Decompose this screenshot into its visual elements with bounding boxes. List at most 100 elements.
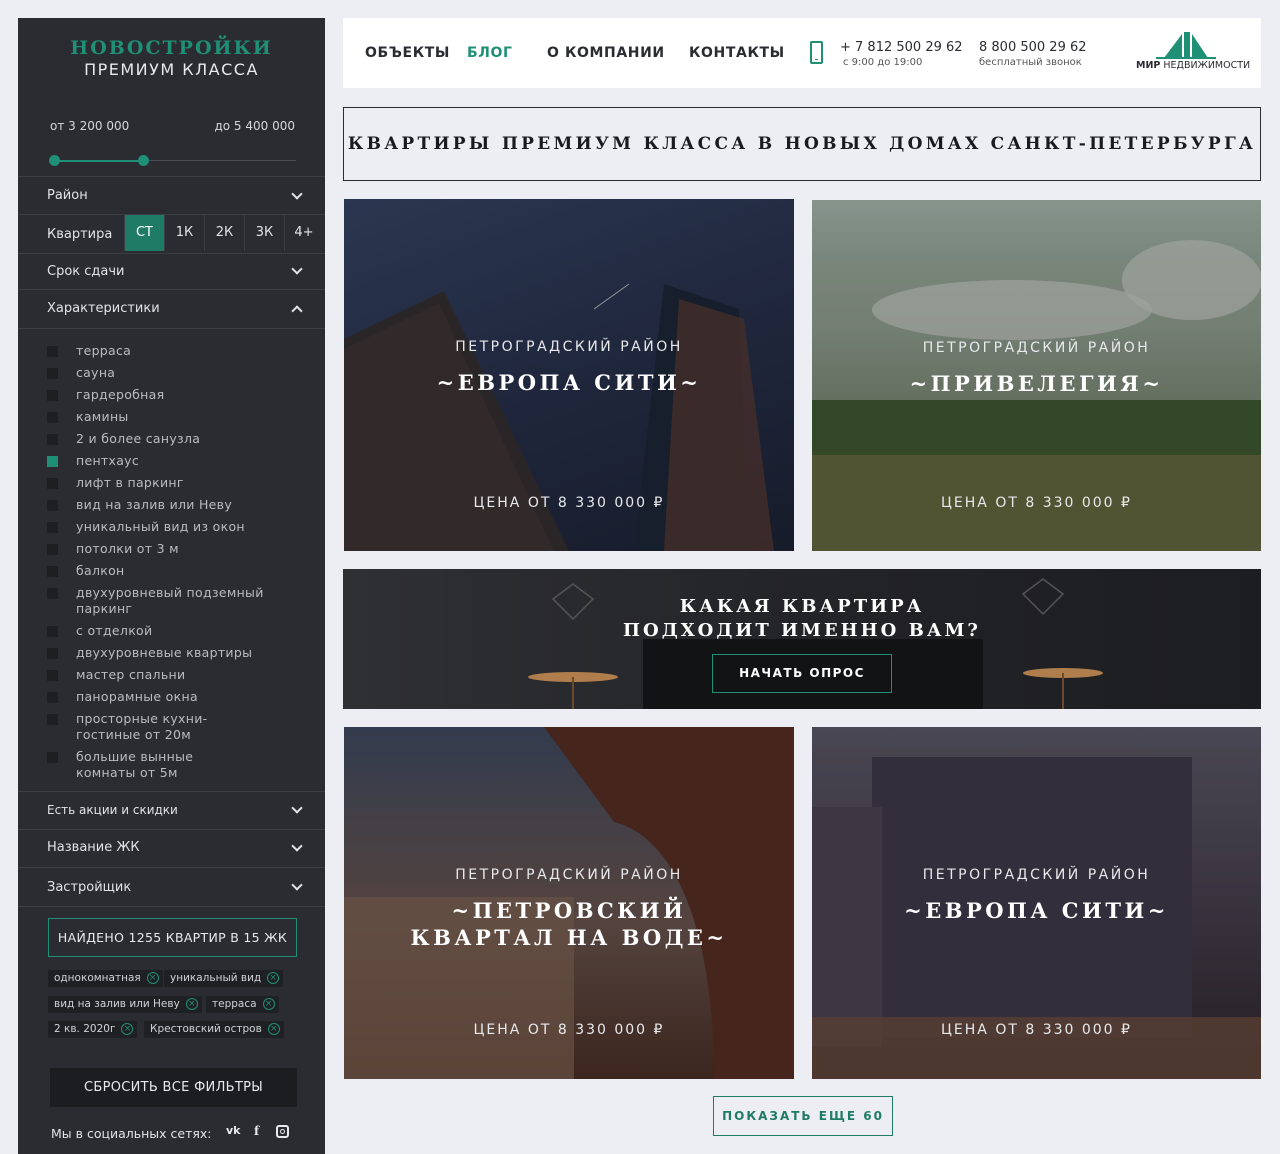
instagram-icon[interactable] xyxy=(276,1125,289,1138)
card-price: ЦЕНА ОТ 8 330 000 ₽ xyxy=(941,495,1132,511)
card-price: ЦЕНА ОТ 8 330 000 ₽ xyxy=(473,495,665,511)
logo-mark-icon xyxy=(1156,32,1216,59)
active-filter-chip: 2 кв. 2020г × xyxy=(48,1021,138,1038)
card-title: ~ПЕТРОВСКИЙ КВАРТАЛ НА ВОДЕ~ xyxy=(410,898,728,950)
feature-checkbox[interactable] xyxy=(47,390,58,401)
feature-checkbox[interactable] xyxy=(47,752,58,763)
feature-checkbox-checked[interactable] xyxy=(47,456,58,467)
feature-checkbox[interactable] xyxy=(47,714,58,725)
feature-label: лифт в паркинг xyxy=(76,475,184,490)
complex-card[interactable]: ПЕТРОГРАДСКИЙ РАЙОН ~ЕВРОПА СИТИ~ ЦЕНА О… xyxy=(344,199,794,551)
feature-label: балкон xyxy=(76,563,125,578)
filter-promo[interactable]: Есть акции и скидки xyxy=(18,791,325,829)
chevron-down-icon xyxy=(291,840,303,852)
feature-label: вид на залив или Неву xyxy=(76,497,233,512)
complex-card[interactable]: ПЕТРОГРАДСКИЙ РАЙОН ~ПЕТРОВСКИЙ КВАРТАЛ … xyxy=(344,727,794,1079)
feature-checkbox[interactable] xyxy=(47,648,58,659)
feature-checkbox[interactable] xyxy=(47,500,58,511)
logo-text-bold: МИР xyxy=(1136,60,1161,71)
card-title: ~ЕВРОПА СИТИ~ xyxy=(904,898,1169,923)
feature-checkbox[interactable] xyxy=(47,544,58,555)
chip-label: 2 кв. 2020г xyxy=(54,1023,116,1035)
show-more-button[interactable]: ПОКАЗАТЬ ЕЩЕ 60 xyxy=(713,1096,893,1136)
complex-card[interactable]: ПЕТРОГРАДСКИЙ РАЙОН ~ПРИВЕЛЕГИЯ~ ЦЕНА ОТ… xyxy=(812,200,1261,551)
card-title: ~ПРИВЕЛЕГИЯ~ xyxy=(909,371,1164,396)
close-icon[interactable]: × xyxy=(267,1023,280,1035)
filter-complex-label: Название ЖК xyxy=(47,840,140,855)
apartment-option-studio[interactable]: СТ xyxy=(124,215,164,251)
nav-blog[interactable]: БЛОГ xyxy=(467,45,513,61)
close-icon[interactable]: × xyxy=(262,998,275,1010)
quiz-banner: КАКАЯ КВАРТИРА ПОДХОДИТ ИМЕННО ВАМ? НАЧА… xyxy=(343,569,1261,709)
vk-icon[interactable]: vk xyxy=(226,1124,241,1137)
facebook-icon[interactable]: f xyxy=(254,1124,259,1138)
nav-objects[interactable]: ОБЪЕКТЫ xyxy=(365,45,450,61)
page-title: КВАРТИРЫ ПРЕМИУМ КЛАССА В НОВЫХ ДОМАХ СА… xyxy=(343,107,1261,181)
apartment-type-group: СТ 1К 2К 3К 4+ xyxy=(124,215,323,251)
phone-number-2[interactable]: 8 800 500 29 62 xyxy=(979,40,1087,55)
feature-checkbox[interactable] xyxy=(47,434,58,445)
active-filter-chip: уникальный вид × xyxy=(164,970,284,987)
price-to-label: до 5 400 000 xyxy=(214,119,295,133)
logo-text: МИР НЕДВИЖИМОСТИ xyxy=(1136,60,1250,71)
chip-label: терраса xyxy=(212,998,257,1010)
phone-number-1[interactable]: + 7 812 500 29 62 xyxy=(840,40,963,55)
filter-features-label: Характеристики xyxy=(47,301,160,316)
card-district: ПЕТРОГРАДСКИЙ РАЙОН xyxy=(922,340,1151,356)
feature-label: двухуровневые квартиры xyxy=(76,645,253,660)
brand-subtitle: ПРЕМИУМ КЛАССА xyxy=(84,60,259,79)
active-filter-chip: вид на залив или Неву × xyxy=(48,996,202,1013)
feature-label: 2 и более санузла xyxy=(76,431,201,446)
results-count-button[interactable]: НАЙДЕНО 1255 КВАРТИР В 15 ЖК xyxy=(48,918,297,957)
feature-checkbox[interactable] xyxy=(47,522,58,533)
filter-deadline[interactable]: Срок сдачи xyxy=(18,253,325,289)
features-list: терраса сауна гардеробная камины 2 и бол… xyxy=(18,328,325,791)
phone-icon xyxy=(810,41,823,64)
card-district: ПЕТРОГРАДСКИЙ РАЙОН xyxy=(455,867,683,883)
feature-checkbox[interactable] xyxy=(47,566,58,577)
filter-developer-label: Застройщик xyxy=(47,880,132,895)
filter-district[interactable]: Район xyxy=(18,176,325,214)
feature-checkbox[interactable] xyxy=(47,670,58,681)
chevron-up-icon xyxy=(291,305,303,317)
top-navigation-bar: ОБЪЕКТЫ БЛОГ О КОМПАНИИ КОНТАКТЫ + 7 812… xyxy=(343,18,1261,88)
feature-checkbox[interactable] xyxy=(47,368,58,379)
phone-hours: с 9:00 до 19:00 xyxy=(843,57,923,68)
feature-checkbox[interactable] xyxy=(47,478,58,489)
close-icon[interactable]: × xyxy=(185,998,198,1010)
nav-about[interactable]: О КОМПАНИИ xyxy=(547,45,665,61)
chip-label: уникальный вид xyxy=(170,972,262,984)
start-quiz-button[interactable]: НАЧАТЬ ОПРОС xyxy=(712,654,892,693)
card-district: ПЕТРОГРАДСКИЙ РАЙОН xyxy=(455,339,683,355)
feature-label: с отделкой xyxy=(76,623,153,638)
close-icon[interactable]: × xyxy=(267,972,280,984)
price-slider-max-handle[interactable] xyxy=(138,155,149,166)
apartment-option-1k[interactable]: 1К xyxy=(164,215,204,251)
filter-features[interactable]: Характеристики xyxy=(18,289,325,328)
price-range-filter: от 3 200 000 до 5 400 000 xyxy=(18,81,325,176)
feature-checkbox[interactable] xyxy=(47,626,58,637)
nav-contacts[interactable]: КОНТАКТЫ xyxy=(689,45,785,61)
close-icon[interactable]: × xyxy=(146,972,159,984)
filter-developer[interactable]: Застройщик xyxy=(18,867,325,907)
filter-sidebar: НОВОСТРОЙКИ ПРЕМИУМ КЛАССА от 3 200 000 … xyxy=(18,18,325,1154)
price-slider-min-handle[interactable] xyxy=(49,155,60,166)
reset-filters-button[interactable]: СБРОСИТЬ ВСЕ ФИЛЬТРЫ xyxy=(50,1068,297,1107)
card-district: ПЕТРОГРАДСКИЙ РАЙОН xyxy=(922,867,1151,883)
complex-card[interactable]: ПЕТРОГРАДСКИЙ РАЙОН ~ЕВРОПА СИТИ~ ЦЕНА О… xyxy=(812,727,1261,1079)
apartment-option-3k[interactable]: 3К xyxy=(244,215,284,251)
close-icon[interactable]: × xyxy=(121,1023,134,1035)
feature-checkbox[interactable] xyxy=(47,692,58,703)
feature-checkbox[interactable] xyxy=(47,346,58,357)
filter-deadline-label: Срок сдачи xyxy=(47,264,125,279)
feature-checkbox[interactable] xyxy=(47,412,58,423)
feature-label: камины xyxy=(76,409,129,424)
quiz-question-text: КАКАЯ КВАРТИРА ПОДХОДИТ ИМЕННО ВАМ? xyxy=(623,596,981,641)
brand[interactable]: НОВОСТРОЙКИ ПРЕМИУМ КЛАССА xyxy=(18,18,325,81)
feature-checkbox[interactable] xyxy=(47,588,58,599)
apartment-option-2k[interactable]: 2К xyxy=(204,215,244,251)
active-filter-chip: Крестовский остров × xyxy=(144,1021,284,1038)
apartment-option-4plus[interactable]: 4+ xyxy=(284,215,323,251)
company-logo[interactable]: МИР НЕДВИЖИМОСТИ xyxy=(1136,30,1250,76)
filter-complex-name[interactable]: Название ЖК xyxy=(18,829,325,867)
